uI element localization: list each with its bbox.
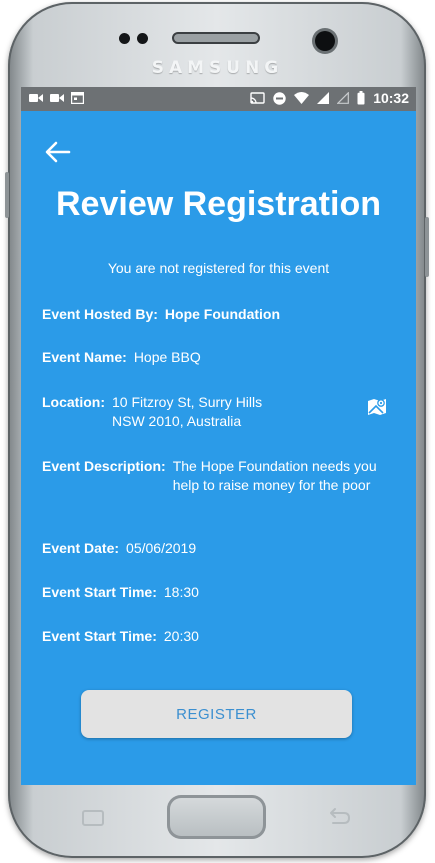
event-name-value: Hope BBQ <box>133 349 201 365</box>
signal-icon <box>317 92 330 104</box>
status-bar: 10:32 <box>21 87 416 111</box>
end-time-row: Event Start Time: 20:30 <box>42 628 199 644</box>
status-left-icons <box>29 92 84 104</box>
cast-icon <box>250 92 265 104</box>
back-key-icon[interactable] <box>323 806 353 828</box>
location-value: 10 Fitzroy St, Surry Hills NSW 2010, Aus… <box>112 394 263 429</box>
map-icon[interactable] <box>366 396 388 418</box>
event-date-label: Event Date: <box>42 540 120 556</box>
calendar-icon <box>71 92 84 104</box>
description-row: Event Description: The Hope Foundation n… <box>42 457 397 495</box>
back-arrow-icon[interactable] <box>43 139 73 165</box>
event-date-row: Event Date: 05/06/2019 <box>42 540 196 556</box>
home-button[interactable] <box>167 795 266 839</box>
do-not-disturb-icon <box>273 91 286 105</box>
location-label: Location: <box>42 394 105 410</box>
status-right-icons: 10:32 <box>250 90 409 106</box>
event-name-row: Event Name: Hope BBQ <box>42 349 201 365</box>
page-title: Review Registration <box>56 185 381 223</box>
recent-apps-button[interactable] <box>82 810 104 826</box>
location-row: Location: 10 Fitzroy St, Surry Hills NSW… <box>42 393 277 431</box>
signal-empty-icon <box>337 92 350 104</box>
wifi-icon <box>294 92 310 104</box>
event-name-label: Event Name: <box>42 349 127 365</box>
register-button[interactable]: REGISTER <box>81 690 352 738</box>
earpiece-speaker <box>172 32 260 44</box>
front-camera <box>315 31 335 51</box>
event-date-value: 05/06/2019 <box>126 540 197 556</box>
end-time-label: Event Start Time: <box>42 628 157 644</box>
status-time: 10:32 <box>373 90 409 106</box>
hosted-by-label: Event Hosted By: <box>42 306 158 322</box>
description-value: The Hope Foundation needs you help to ra… <box>172 458 377 493</box>
brand-logo: SAMSUNG <box>151 58 284 78</box>
description-label: Event Description: <box>42 458 166 474</box>
end-time-value: 20:30 <box>163 628 199 644</box>
video-icon <box>50 94 64 102</box>
proximity-sensor <box>119 33 130 44</box>
light-sensor <box>137 33 148 44</box>
volume-button <box>5 172 9 218</box>
start-time-value: 18:30 <box>163 584 199 600</box>
hosted-by-value: Hope Foundation <box>164 306 281 322</box>
battery-icon <box>357 91 365 105</box>
hosted-by-row: Event Hosted By: Hope Foundation <box>42 306 280 322</box>
power-button <box>425 217 429 277</box>
app-screen: 10:32 Review Registration You are not re… <box>21 87 416 785</box>
video-icon <box>29 94 43 102</box>
start-time-label: Event Start Time: <box>42 584 157 600</box>
start-time-row: Event Start Time: 18:30 <box>42 584 199 600</box>
registration-status: You are not registered for this event <box>107 260 330 276</box>
